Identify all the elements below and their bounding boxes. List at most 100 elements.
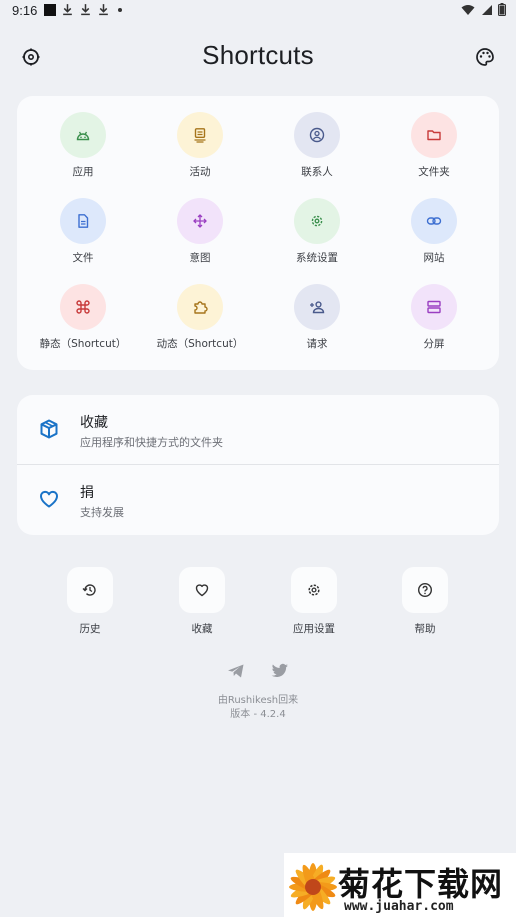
quick-label: 历史 (79, 623, 101, 635)
quick-label: 帮助 (414, 623, 436, 635)
grid-item-label: 静态（Shortcut） (39, 338, 127, 350)
app-bubble (60, 112, 106, 158)
grid-item-split-screen[interactable]: 分屏 (374, 268, 494, 350)
grid-item-label: 系统设置 (296, 252, 338, 264)
history-button[interactable]: 历史 (50, 567, 130, 636)
heart-icon (195, 584, 209, 597)
history-icon (82, 584, 96, 596)
puzzle-icon (194, 301, 208, 314)
grid-item-file[interactable]: 文件 (23, 182, 143, 264)
list-item-title: 收藏 (80, 415, 108, 431)
grid-item-label: 意图 (189, 252, 211, 264)
activity-bubble (177, 112, 223, 158)
activity-icon (194, 128, 206, 143)
watermark: 菊花下载网 www.juahar.com (284, 853, 516, 917)
heart-icon (40, 490, 58, 508)
list-item-icon (37, 417, 61, 441)
shortcut-types-card: 应用 活动 联系人 文件夹 文件 意图 系统设置 网站 静态（Shortcut）… (17, 96, 499, 370)
history-box (67, 567, 113, 613)
app-header: Shortcuts (0, 36, 516, 78)
twitter-icon[interactable] (271, 663, 289, 679)
battery-icon (498, 3, 506, 16)
grid-item-label: 文件夹 (418, 166, 450, 178)
help-box (402, 567, 448, 613)
grid-item-website[interactable]: 网站 (374, 182, 494, 264)
quick-label: 应用设置 (293, 623, 335, 635)
grid-item-label: 文件 (72, 252, 94, 264)
box-icon (40, 419, 58, 439)
intent-icon (193, 214, 207, 228)
favorites-box (179, 567, 225, 613)
version-line: 版本 - 4.2.4 (230, 709, 286, 720)
grid-item-label: 网站 (423, 252, 445, 264)
list-item-favorites[interactable]: 收藏 应用程序和快捷方式的文件夹 (17, 395, 499, 465)
grid-item-static-shortcut[interactable]: 静态（Shortcut） (23, 268, 143, 350)
grid-item-intent[interactable]: 意图 (140, 182, 260, 264)
app-settings-quick-button[interactable]: 应用设置 (274, 567, 354, 636)
notification-icons (44, 3, 122, 16)
list-item-title: 捐 (80, 485, 94, 501)
settings-icon (308, 584, 320, 596)
watermark-url: www.juahar.com (344, 899, 454, 914)
quick-label: 收藏 (191, 623, 213, 635)
app-settings-box (291, 567, 337, 613)
file-icon (78, 214, 89, 228)
command-icon (76, 300, 90, 314)
folder-icon (427, 130, 441, 141)
grid-item-label: 应用 (72, 166, 94, 178)
grid-item-activity[interactable]: 活动 (140, 96, 260, 178)
grid-item-label: 分屏 (423, 338, 445, 350)
grid-item-request[interactable]: 请求 (257, 268, 377, 350)
grid-item-contact[interactable]: 联系人 (257, 96, 377, 178)
notification-square-icon (44, 3, 56, 16)
contact-icon (309, 127, 325, 143)
list-item-donate[interactable]: 捐 支持发展 (17, 465, 499, 534)
settings-icon (311, 215, 323, 227)
grid-item-label: 联系人 (301, 166, 333, 178)
download-icon (99, 4, 108, 16)
dynamic-shortcut-bubble (177, 284, 223, 330)
help-button[interactable]: 帮助 (385, 567, 465, 636)
split-screen-icon (427, 300, 441, 314)
status-time: 9:16 (12, 3, 38, 18)
cellular-signal-icon (482, 4, 492, 15)
list-item-subtitle: 应用程序和快捷方式的文件夹 (80, 436, 223, 449)
split-screen-bubble (411, 284, 457, 330)
android-icon (76, 131, 90, 141)
contact-bubble (294, 112, 340, 158)
theme-button[interactable] (473, 45, 497, 69)
favorites-button[interactable]: 收藏 (162, 567, 242, 636)
credit-text: 由Rushikesh回来 版本 - 4.2.4 (0, 694, 516, 722)
flower-logo-icon (289, 863, 337, 911)
request-bubble (294, 284, 340, 330)
grid-item-dynamic-shortcut[interactable]: 动态（Shortcut） (140, 268, 260, 350)
palette-icon (476, 48, 494, 66)
status-bar: 9:16 (0, 0, 516, 22)
list-item-subtitle: 支持发展 (80, 506, 124, 519)
add-person-icon (310, 301, 325, 314)
grid-item-label: 请求 (306, 338, 328, 350)
menu-list-card: 收藏 应用程序和快捷方式的文件夹 捐 支持发展 (17, 395, 499, 535)
system-settings-bubble (294, 198, 340, 244)
list-item-icon (37, 487, 61, 511)
social-links (0, 663, 516, 679)
link-icon (426, 217, 442, 225)
static-shortcut-bubble (60, 284, 106, 330)
more-notifications-dot-icon (118, 7, 122, 12)
grid-item-label: 活动 (189, 166, 211, 178)
grid-item-system-settings[interactable]: 系统设置 (257, 182, 377, 264)
intent-bubble (177, 198, 223, 244)
credit-line: 由Rushikesh回来 (217, 695, 299, 706)
folder-bubble (411, 112, 457, 158)
wifi-icon (461, 4, 475, 15)
grid-item-label: 动态（Shortcut） (156, 338, 244, 350)
system-icons (461, 3, 506, 16)
website-bubble (411, 198, 457, 244)
download-icon (63, 4, 72, 16)
download-icon (81, 4, 90, 16)
page-title: Shortcuts (202, 40, 314, 70)
help-icon (417, 582, 433, 598)
grid-item-app[interactable]: 应用 (23, 96, 143, 178)
telegram-icon[interactable] (227, 663, 245, 679)
grid-item-folder[interactable]: 文件夹 (374, 96, 494, 178)
